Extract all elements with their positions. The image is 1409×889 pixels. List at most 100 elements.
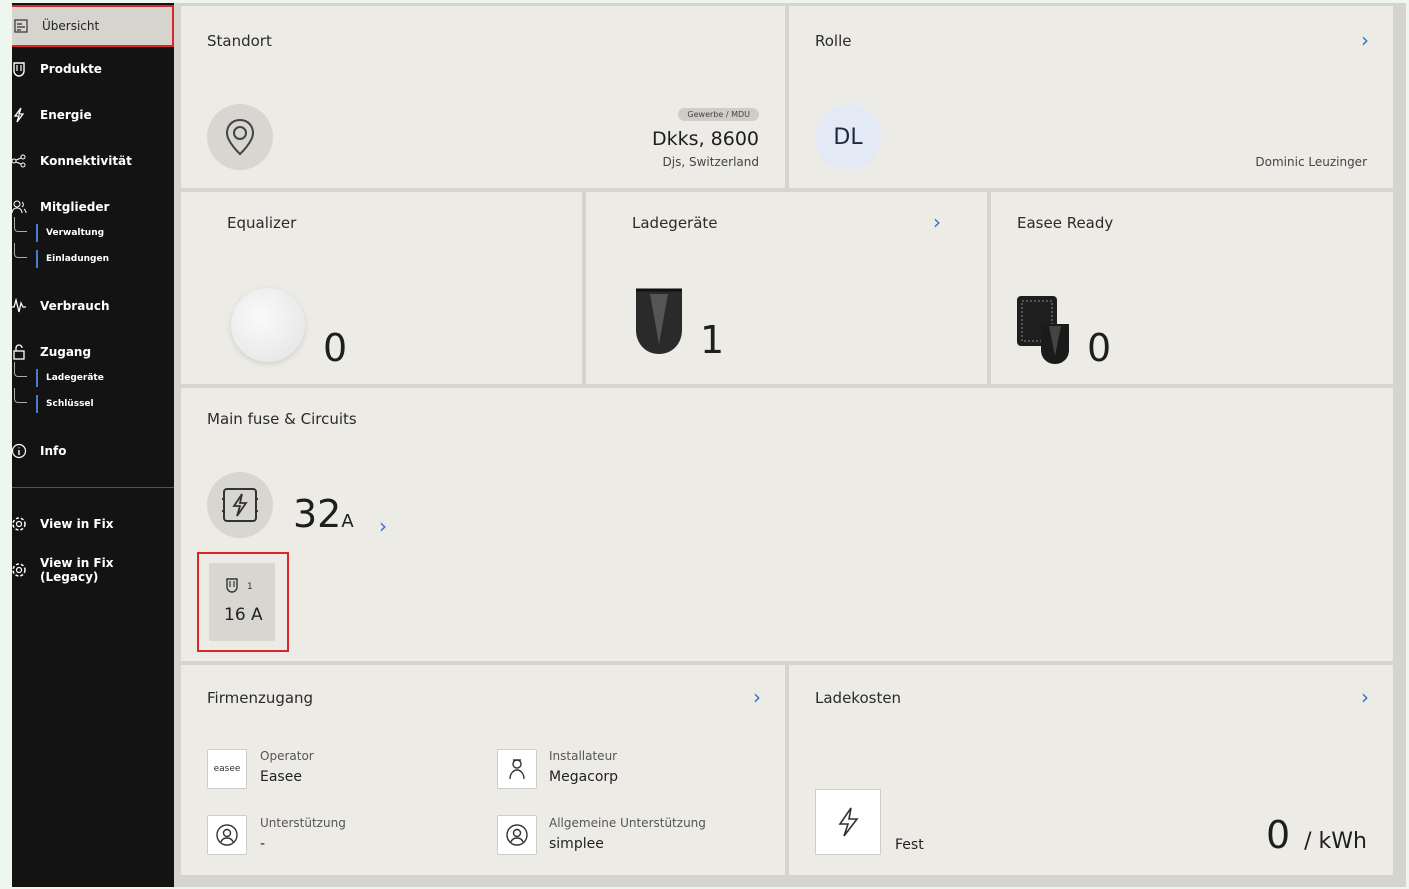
support-icon: [497, 815, 537, 855]
sidebar-subitem-label: Ladegeräte: [46, 373, 104, 383]
sidebar-item-uebersicht[interactable]: Übersicht: [12, 5, 174, 47]
equalizer-card[interactable]: Equalizer 0: [181, 192, 582, 384]
sub-indicator: [36, 250, 38, 268]
sidebar-subitem-label: Einladungen: [46, 254, 110, 264]
product-icon: [12, 60, 28, 78]
rolle-title: Rolle: [815, 32, 852, 50]
easee-logo-icon: easee: [207, 749, 247, 789]
sidebar-item-label: Info: [40, 444, 67, 458]
sidebar: Übersicht Produkte Energie Konnektivität…: [12, 3, 174, 887]
main-fuse-card[interactable]: Main fuse & Circuits 32A › 1 16 A: [181, 388, 1393, 661]
easee-ready-title: Easee Ready: [1017, 214, 1114, 232]
fuse-lightning-icon: [207, 472, 273, 538]
lightning-icon: [815, 789, 881, 855]
sidebar-divider: [12, 487, 174, 488]
sidebar-item-label: Mitglieder: [40, 200, 110, 214]
support-icon: [207, 815, 247, 855]
sidebar-item-label: View in Fix (Legacy): [40, 556, 114, 584]
sidebar-item-label: Zugang: [40, 345, 92, 359]
sidebar-item-verbrauch[interactable]: Verbrauch: [12, 286, 174, 326]
sidebar-item-produkte[interactable]: Produkte: [12, 49, 174, 89]
circuit-highlight: 1 16 A: [197, 552, 289, 652]
sidebar-subitem-einladungen[interactable]: Einladungen: [12, 243, 174, 271]
circuit-value: 16 A: [224, 605, 263, 625]
sidebar-item-label: Verbrauch: [40, 299, 110, 313]
members-icon: [12, 198, 28, 216]
app-page: Übersicht Produkte Energie Konnektivität…: [12, 3, 1406, 887]
chevron-right-icon[interactable]: ›: [933, 212, 941, 232]
ladekosten-type: Fest: [895, 837, 924, 853]
sidebar-subitem-schluessel[interactable]: Schlüssel: [12, 388, 174, 416]
sidebar-item-energie[interactable]: Energie: [12, 95, 174, 135]
tree-line: [14, 362, 27, 377]
price-unit: / kWh: [1304, 829, 1367, 854]
sidebar-item-label: Produkte: [40, 62, 102, 76]
tree-line: [14, 217, 27, 232]
equalizer-count: 0: [323, 326, 348, 370]
chevron-right-icon[interactable]: ›: [1361, 30, 1369, 50]
equalizer-device-icon: [231, 288, 305, 362]
sidebar-item-view-in-fix-legacy[interactable]: View in Fix (Legacy): [12, 550, 174, 590]
sub-indicator: [36, 395, 38, 413]
sidebar-subitem-verwaltung[interactable]: Verwaltung: [12, 217, 174, 245]
easee-ready-count: 0: [1087, 326, 1112, 370]
rolle-card[interactable]: Rolle › DL Dominic Leuzinger: [789, 6, 1393, 188]
allgemeine-label: Allgemeine Unterstützung: [549, 816, 706, 830]
ladekosten-card[interactable]: Ladekosten › Fest 0 / kWh: [789, 665, 1393, 875]
sidebar-item-label: View in Fix: [40, 517, 114, 531]
tree-line: [14, 388, 27, 403]
sidebar-item-zugang[interactable]: Zugang: [12, 332, 174, 372]
sidebar-item-view-in-fix[interactable]: View in Fix: [12, 504, 174, 544]
chevron-right-icon[interactable]: ›: [1361, 687, 1369, 707]
easee-ready-device-icon: [1015, 294, 1073, 370]
standort-card[interactable]: Standort Gewerbe / MDU Dkks, 8600 Djs, S…: [181, 6, 785, 188]
sidebar-subitem-label: Schlüssel: [46, 399, 94, 409]
ladegeraete-title: Ladegeräte: [632, 214, 718, 232]
firmenzugang-title: Firmenzugang: [207, 689, 314, 707]
sidebar-item-label: Energie: [40, 108, 92, 122]
info-icon: [12, 442, 28, 460]
overview-icon: [12, 17, 30, 35]
price-value: 0: [1265, 813, 1291, 857]
firmenzugang-card[interactable]: Firmenzugang › easee Operator Easee Inst…: [181, 665, 785, 875]
main-fuse-unit: A: [341, 511, 354, 532]
main-fuse-title: Main fuse & Circuits: [207, 410, 357, 428]
unterstuetzung-value: -: [260, 836, 266, 852]
ladegeraete-card[interactable]: Ladegeräte › 1: [586, 192, 987, 384]
sub-indicator: [36, 224, 38, 242]
sidebar-item-konnektivitaet[interactable]: Konnektivität: [12, 141, 174, 181]
gear-icon: [12, 515, 28, 533]
circuit-tile[interactable]: 1 16 A: [209, 563, 275, 641]
installer-icon: [497, 749, 537, 789]
ladekosten-price: 0 / kWh: [1266, 813, 1367, 857]
location-pin-icon: [207, 104, 273, 170]
user-name: Dominic Leuzinger: [1255, 155, 1367, 169]
sidebar-item-label: Konnektivität: [40, 154, 132, 168]
consumption-icon: [12, 297, 28, 315]
sidebar-item-label: Übersicht: [42, 19, 100, 33]
chevron-right-icon[interactable]: ›: [753, 687, 761, 707]
main-fuse-number: 32: [293, 492, 342, 536]
site-location: Djs, Switzerland: [662, 155, 759, 169]
easee-ready-card[interactable]: Easee Ready 0: [991, 192, 1393, 384]
equalizer-title: Equalizer: [227, 214, 297, 232]
gear-icon: [12, 561, 28, 579]
network-icon: [12, 152, 28, 170]
sidebar-item-info[interactable]: Info: [12, 431, 174, 471]
chevron-right-icon[interactable]: ›: [379, 516, 387, 536]
operator-label: Operator: [260, 749, 314, 763]
circuit-number: 1: [247, 582, 253, 592]
allgemeine-value: simplee: [549, 836, 604, 852]
sidebar-item-mitglieder[interactable]: Mitglieder: [12, 187, 174, 227]
site-type-badge: Gewerbe / MDU: [678, 108, 759, 121]
product-icon: [225, 577, 239, 597]
lightning-icon: [12, 106, 28, 124]
unterstuetzung-label: Unterstützung: [260, 816, 346, 830]
sidebar-subitem-ladegeraete[interactable]: Ladegeräte: [12, 362, 174, 390]
avatar: DL: [815, 104, 881, 170]
installateur-value: Megacorp: [549, 769, 619, 785]
sub-indicator: [36, 369, 38, 387]
installateur-label: Installateur: [549, 749, 618, 763]
standort-title: Standort: [207, 32, 272, 50]
lock-icon: [12, 343, 28, 361]
